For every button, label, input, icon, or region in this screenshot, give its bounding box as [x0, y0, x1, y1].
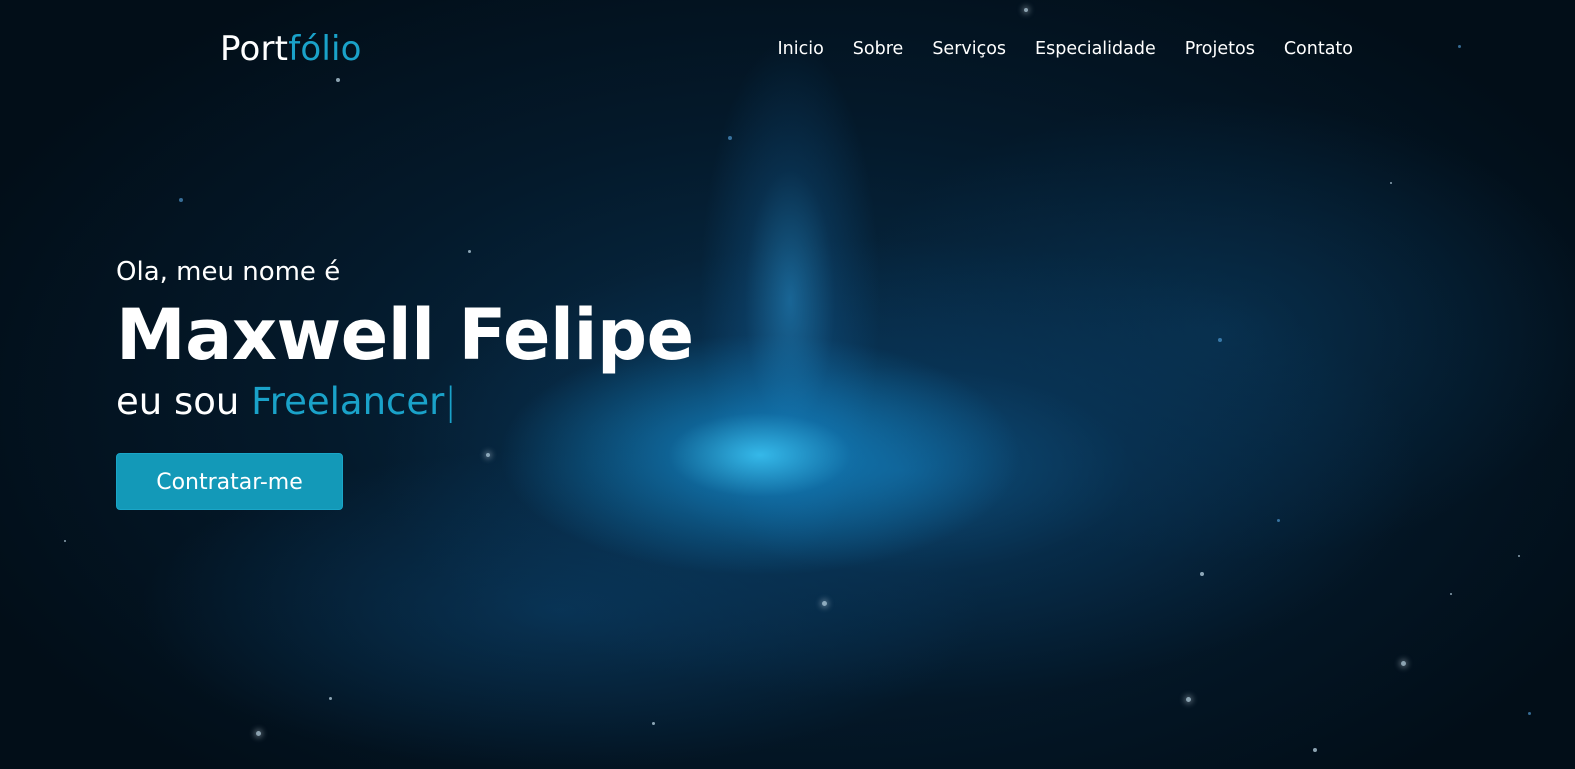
star [1450, 593, 1452, 595]
star [1186, 697, 1191, 702]
star [1218, 338, 1222, 342]
star [728, 136, 732, 140]
nav-link-especialidade[interactable]: Especialidade [1035, 39, 1156, 59]
nav-link-contato[interactable]: Contato [1284, 39, 1353, 59]
typing-cursor: | [444, 380, 457, 423]
nav-link-servicos[interactable]: Serviços [932, 39, 1006, 59]
star [1528, 712, 1531, 715]
star [1401, 661, 1406, 666]
star [1313, 748, 1317, 752]
nav-link-sobre[interactable]: Sobre [853, 39, 904, 59]
role-prefix: eu sou [116, 380, 252, 423]
star [179, 198, 183, 202]
nav-item-inicio: Inicio [777, 36, 823, 62]
hire-me-button[interactable]: Contratar-me [116, 453, 343, 510]
nav-item-especialidade: Especialidade [1035, 36, 1156, 62]
star [1200, 572, 1204, 576]
nav-item-projetos: Projetos [1185, 36, 1255, 62]
greeting-text: Ola, meu nome é [116, 257, 341, 287]
logo-main: Port [220, 29, 289, 69]
navbar: Portfólio Inicio Sobre Serviços Especial… [0, 0, 1575, 100]
star [822, 601, 827, 606]
nav-item-contato: Contato [1284, 36, 1353, 62]
star [329, 697, 332, 700]
star [1277, 519, 1280, 522]
role-line: eu sou Freelancer| [116, 378, 816, 426]
nav-link-projetos[interactable]: Projetos [1185, 39, 1255, 59]
logo[interactable]: Portfólio [220, 28, 362, 70]
role-typed-text: Freelancer [251, 380, 445, 423]
star [652, 722, 655, 725]
nav-menu: Inicio Sobre Serviços Especialidade Proj… [777, 36, 1353, 62]
star [1518, 555, 1520, 557]
hero-name: Maxwell Felipe [116, 294, 694, 376]
nav-item-servicos: Serviços [932, 36, 1006, 62]
nav-link-inicio[interactable]: Inicio [777, 39, 823, 59]
hero-content: Ola, meu nome é Maxwell Felipe eu sou Fr… [116, 250, 816, 510]
star [256, 731, 261, 736]
nav-item-sobre: Sobre [853, 36, 904, 62]
star [1390, 182, 1392, 184]
logo-accent: fólio [288, 29, 362, 69]
star [64, 540, 66, 542]
hero-section: Portfólio Inicio Sobre Serviços Especial… [0, 0, 1575, 769]
